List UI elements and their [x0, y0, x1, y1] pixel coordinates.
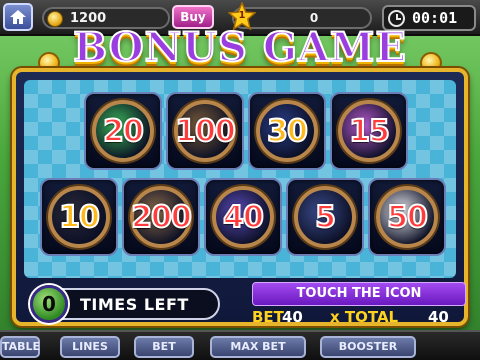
bonus-tile[interactable]: 30	[248, 92, 326, 170]
bet-total-row: BET 40 x TOTAL 40	[252, 306, 466, 326]
bonus-tile[interactable]: 40	[204, 178, 282, 256]
tile-prize-value: 50	[386, 199, 429, 236]
times-left-value: 0	[42, 292, 56, 316]
bonus-tile[interactable]: 50	[368, 178, 446, 256]
times-left-counter: 0 TIMES LEFT	[30, 285, 220, 323]
nav-button-bet[interactable]: BET	[134, 336, 194, 358]
nav-button-max-bet[interactable]: MAX BET	[210, 336, 306, 358]
nav-button-lines[interactable]: LINES	[60, 336, 120, 358]
bonus-tile-grid: 20 100 30 15 10 200 40 5 50	[24, 80, 456, 278]
bonus-tile[interactable]: 20	[84, 92, 162, 170]
bet-label: BET	[252, 308, 284, 326]
home-button[interactable]	[3, 3, 33, 31]
bonus-panel: 20 100 30 15 10 200 40 5 50 0 TIMES LEFT TOUCH T…	[12, 68, 468, 326]
level-number: 1	[238, 10, 246, 21]
bet-value: 40	[282, 308, 303, 326]
bonus-tile[interactable]: 5	[286, 178, 364, 256]
bonus-tile[interactable]: 200	[122, 178, 200, 256]
times-left-badge: 0	[30, 285, 68, 323]
bonus-game-title: BONUS GAME	[72, 23, 407, 72]
instruction-banner: TOUCH THE ICON	[252, 282, 466, 306]
times-left-label: TIMES LEFT	[80, 295, 189, 314]
nav-button-booster[interactable]: BOOSTER	[320, 336, 416, 358]
bonus-tile[interactable]: 10	[40, 178, 118, 256]
bottom-nav-bar: TABLE LINES BET MAX BET BOOSTER	[0, 330, 480, 360]
total-label: x TOTAL	[330, 308, 399, 326]
bonus-tile[interactable]: 15	[330, 92, 408, 170]
home-icon	[10, 10, 26, 24]
nav-button-table[interactable]: TABLE	[0, 336, 40, 358]
tile-prize-value: 15	[348, 113, 391, 150]
bonus-tile[interactable]: 100	[166, 92, 244, 170]
total-value: 40	[428, 308, 449, 326]
